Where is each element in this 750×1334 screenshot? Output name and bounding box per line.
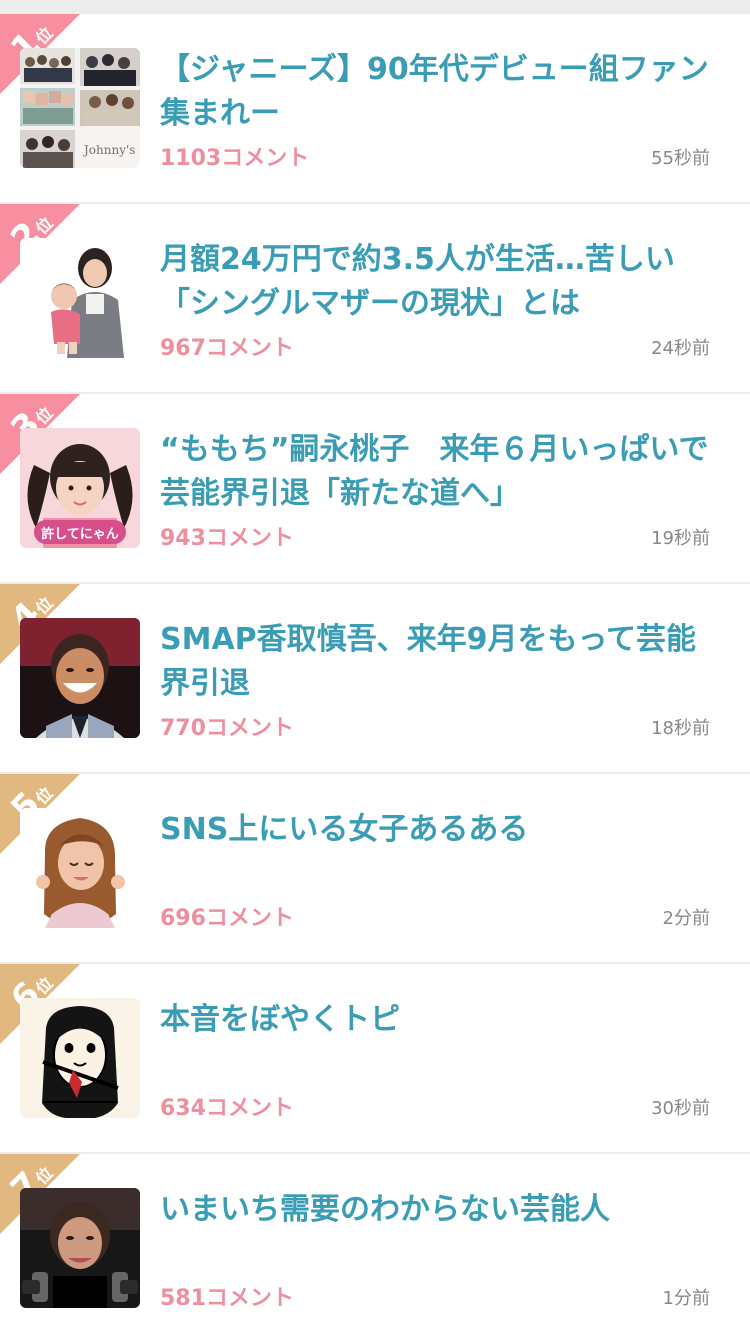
topic-thumbnail[interactable]	[20, 618, 140, 738]
timestamp: 19秒前	[651, 528, 710, 549]
topic-title[interactable]: 【ジャニーズ】90年代デビュー組ファン集まれー	[160, 48, 720, 136]
smiling-woman-image	[20, 808, 140, 928]
ranking-item-5[interactable]: 5位 SNS上にいる女子あるある 696コメント 2分前	[0, 774, 750, 962]
topic-title[interactable]: いまいち需要のわからない芸能人	[160, 1188, 720, 1232]
topic-thumbnail[interactable]: Johnny's	[20, 48, 140, 168]
timestamp: 18秒前	[651, 718, 710, 739]
comment-count: 581コメント	[160, 1286, 294, 1311]
topic-title[interactable]: 本音をぼやくトピ	[160, 998, 720, 1042]
ranking-item-1[interactable]: 1位 Johnny's 【ジャニーズ】90年代デビュー組ファン集まれー 1103…	[0, 14, 750, 202]
topic-thumbnail[interactable]	[20, 808, 140, 928]
ranking-item-7[interactable]: 7位 いまいち需要のわからない芸能人 581コメント 1分前	[0, 1154, 750, 1334]
topic-title[interactable]: 月額24万円で約3.5人が生活…苦しい「シングルマザーの現状」とは	[160, 238, 720, 326]
ranking-item-4[interactable]: 4位 SMAP香取慎吾、来年9月をもって芸能界引退 770コメント 18秒前	[0, 584, 750, 772]
ranking-item-6[interactable]: 6位 本音をぼやくトピ 634コメント 30秒前	[0, 964, 750, 1152]
topic-title[interactable]: SMAP香取慎吾、来年9月をもって芸能界引退	[160, 618, 720, 706]
svg-text:Johnny's: Johnny's	[82, 143, 135, 157]
topic-title[interactable]: “ももち”嗣永桃子 来年６月いっぱいで芸能界引退「新たな道へ」	[160, 428, 720, 516]
comment-count: 967コメント	[160, 336, 294, 361]
ranking-list: 1位 Johnny's 【ジャニーズ】90年代デビュー組ファン集まれー 1103…	[0, 14, 750, 1334]
topic-thumbnail[interactable]	[20, 1188, 140, 1308]
timestamp: 55秒前	[651, 148, 710, 169]
comment-count: 1103コメント	[160, 146, 310, 171]
thumbnail-caption: 許してにゃん	[41, 526, 119, 542]
ranking-item-3[interactable]: 3位 許してにゃん “ももち”嗣永桃子 来年６月いっぱいで芸能界引退「新たな道へ…	[0, 394, 750, 582]
topic-thumbnail[interactable]: 許してにゃん	[20, 428, 140, 548]
mother-and-child-image	[20, 238, 140, 358]
comment-count: 943コメント	[160, 526, 294, 551]
ranking-item-2[interactable]: 2位 月額24万円で約3.5人が生活…苦しい「シングルマザーの現状」とは 967…	[0, 204, 750, 392]
topic-thumbnail[interactable]	[20, 998, 140, 1118]
timestamp: 2分前	[662, 908, 710, 929]
timestamp: 1分前	[662, 1288, 710, 1309]
smiling-man-portrait-image	[20, 618, 140, 738]
comment-count: 770コメント	[160, 716, 294, 741]
comment-count: 696コメント	[160, 906, 294, 931]
topic-title[interactable]: SNS上にいる女子あるある	[160, 808, 720, 852]
press-conference-woman-image	[20, 1188, 140, 1308]
group-photo-collage-image: Johnny's	[20, 48, 140, 168]
manga-drawing-image	[20, 998, 140, 1118]
topic-thumbnail[interactable]	[20, 238, 140, 358]
timestamp: 30秒前	[651, 1098, 710, 1119]
comment-count: 634コメント	[160, 1096, 294, 1121]
ranking-page: 1位 Johnny's 【ジャニーズ】90年代デビュー組ファン集まれー 1103…	[0, 0, 750, 1334]
timestamp: 24秒前	[651, 338, 710, 359]
